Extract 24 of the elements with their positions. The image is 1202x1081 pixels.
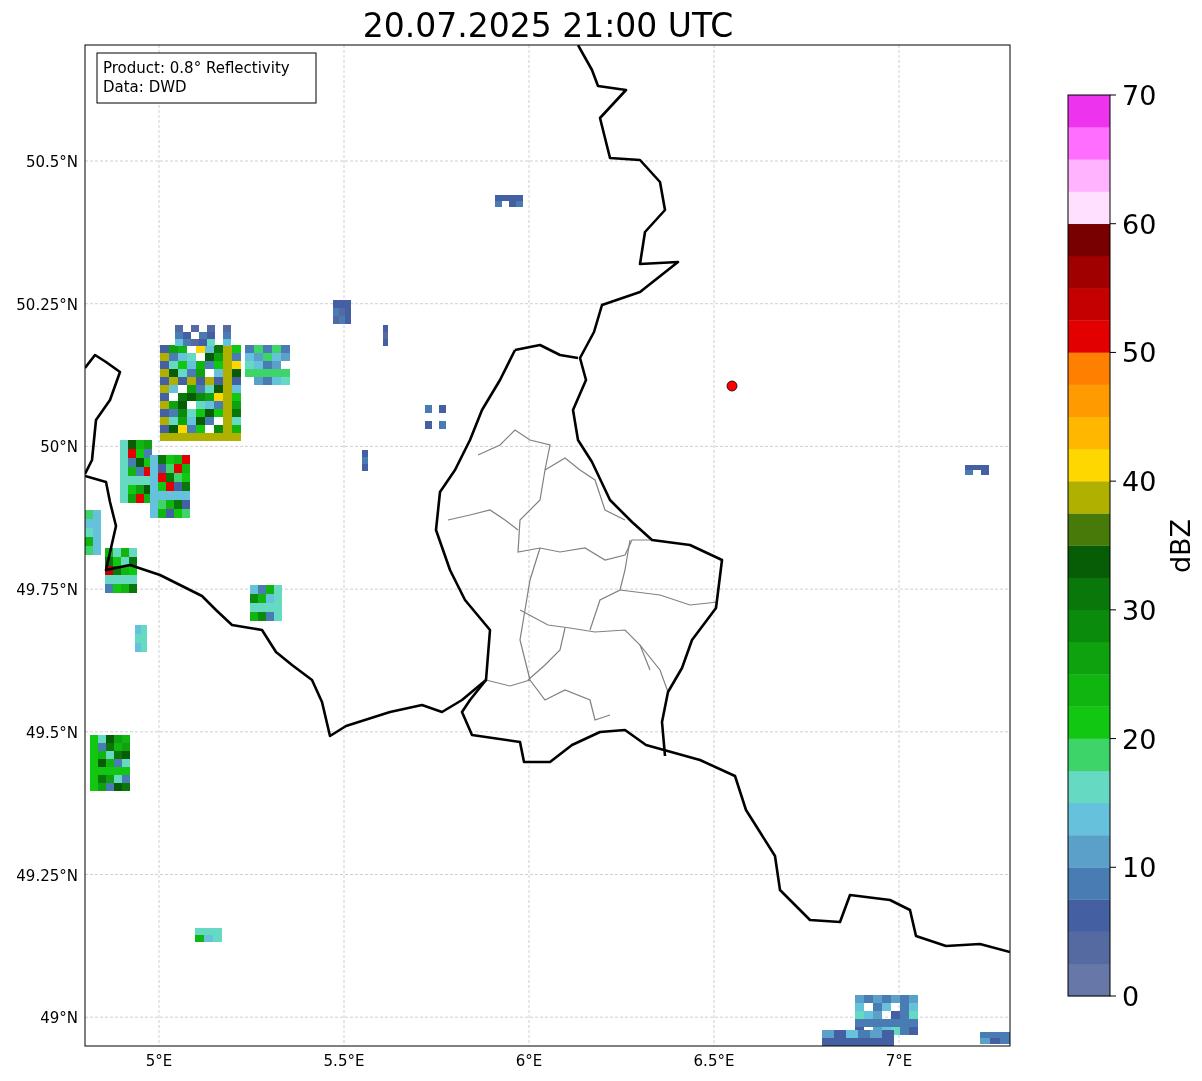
longitude-label: 5.5°E — [323, 1052, 365, 1070]
colorbar-tick-label: 70 — [1122, 80, 1157, 111]
latitude-label: 50.5°N — [25, 153, 78, 171]
latitude-label: 49°N — [40, 1009, 78, 1028]
latitude-label: 50°N — [40, 438, 78, 457]
latitude-label: 49.75°N — [16, 581, 78, 600]
latitude-label: 49.5°N — [25, 723, 78, 742]
info-text: Data: DWD — [103, 78, 187, 96]
figure-title: 20.07.2025 21:00 UTC — [362, 6, 734, 45]
info-text: Product: 0.8° Reflectivity — [103, 59, 290, 77]
colorbar-tick-label: 40 — [1122, 466, 1157, 498]
colorbar-tick-label: 50 — [1122, 337, 1157, 369]
longitude-label: 6.5°E — [693, 1052, 735, 1070]
colorbar-tick-label: 20 — [1122, 723, 1157, 755]
latitude-label: 50.25°N — [16, 295, 78, 314]
longitude-label: 7°E — [885, 1052, 913, 1070]
colorbar-tick-label: 60 — [1122, 208, 1157, 240]
colorbar-tick-label: 10 — [1122, 852, 1157, 884]
colorbar-tick-label: 0 — [1122, 981, 1140, 1012]
latitude-label: 49.25°N — [16, 866, 78, 885]
longitude-label: 6°E — [515, 1052, 543, 1070]
longitude-label: 5°E — [145, 1052, 173, 1070]
colorbar-label: dBZ — [1165, 518, 1196, 574]
colorbar-tick-label: 30 — [1122, 594, 1157, 626]
